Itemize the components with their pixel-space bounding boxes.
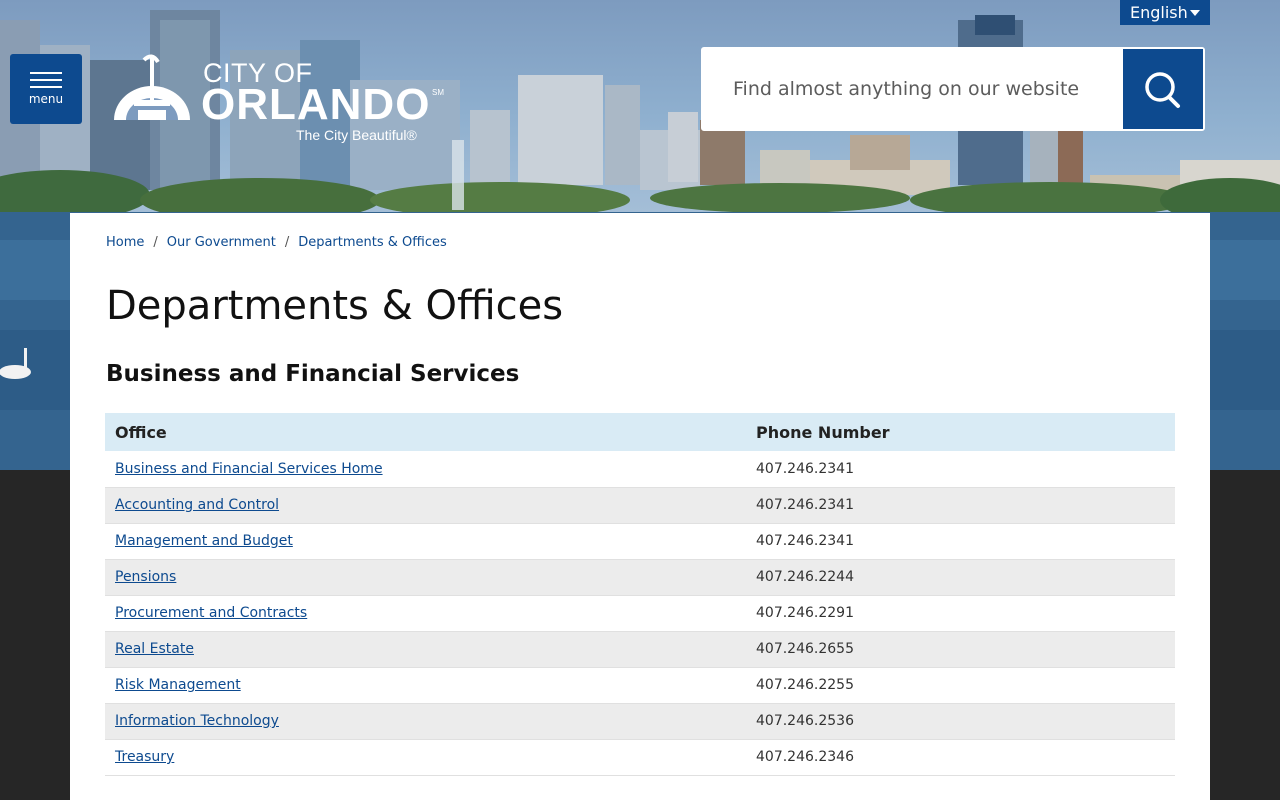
page-title: Departments & Offices bbox=[106, 283, 564, 329]
fountain-logo-icon bbox=[114, 54, 190, 120]
language-label: English bbox=[1130, 3, 1188, 22]
phone-cell: 407.246.2655 bbox=[746, 631, 1175, 668]
table-row: Treasury 407.246.2346 bbox=[105, 739, 1175, 776]
table-header-row: Office Phone Number bbox=[105, 413, 1175, 451]
section-title: Business and Financial Services bbox=[106, 361, 520, 387]
phone-cell: 407.246.2346 bbox=[746, 739, 1175, 776]
office-link[interactable]: Treasury bbox=[115, 749, 174, 765]
office-link[interactable]: Management and Budget bbox=[115, 533, 293, 549]
table-row: Accounting and Control 407.246.2341 bbox=[105, 487, 1175, 524]
office-cell: Real Estate bbox=[105, 631, 746, 668]
breadcrumb-separator: / bbox=[153, 235, 158, 250]
departments-table: Office Phone Number Business and Financi… bbox=[105, 413, 1175, 776]
language-selector[interactable]: English bbox=[1120, 0, 1210, 25]
logo-service-mark: SM bbox=[432, 88, 444, 97]
table-row: Business and Financial Services Home 407… bbox=[105, 451, 1175, 488]
office-cell: Procurement and Contracts bbox=[105, 595, 746, 632]
office-link[interactable]: Procurement and Contracts bbox=[115, 605, 307, 621]
breadcrumb-home[interactable]: Home bbox=[106, 235, 144, 250]
office-cell: Accounting and Control bbox=[105, 487, 746, 524]
menu-button[interactable]: menu bbox=[10, 54, 82, 124]
breadcrumb: Home / Our Government / Departments & Office… bbox=[106, 235, 447, 250]
office-cell: Treasury bbox=[105, 739, 746, 776]
office-cell: Information Technology bbox=[105, 703, 746, 740]
table-row: Real Estate 407.246.2655 bbox=[105, 631, 1175, 668]
phone-cell: 407.246.2255 bbox=[746, 667, 1175, 704]
menu-label: menu bbox=[28, 92, 64, 106]
phone-cell: 407.246.2341 bbox=[746, 487, 1175, 524]
office-cell: Risk Management bbox=[105, 667, 746, 704]
phone-cell: 407.246.2244 bbox=[746, 559, 1175, 596]
phone-cell: 407.246.2341 bbox=[746, 451, 1175, 488]
office-link[interactable]: Pensions bbox=[115, 569, 176, 585]
office-link[interactable]: Business and Financial Services Home bbox=[115, 461, 383, 477]
search-icon bbox=[1145, 72, 1180, 108]
search-bar bbox=[701, 47, 1205, 131]
table-row: Pensions 407.246.2244 bbox=[105, 559, 1175, 596]
office-cell: Business and Financial Services Home bbox=[105, 451, 746, 488]
office-link[interactable]: Risk Management bbox=[115, 677, 241, 693]
table-row: Management and Budget 407.246.2341 bbox=[105, 523, 1175, 560]
phone-cell: 407.246.2341 bbox=[746, 523, 1175, 560]
breadcrumb-departments-offices[interactable]: Departments & Offices bbox=[298, 235, 447, 250]
hamburger-icon bbox=[30, 72, 62, 93]
table-row: Information Technology 407.246.2536 bbox=[105, 703, 1175, 740]
breadcrumb-our-government[interactable]: Our Government bbox=[167, 235, 276, 250]
table-row: Risk Management 407.246.2255 bbox=[105, 667, 1175, 704]
table-row: Procurement and Contracts 407.246.2291 bbox=[105, 595, 1175, 632]
phone-cell: 407.246.2291 bbox=[746, 595, 1175, 632]
search-button[interactable] bbox=[1123, 49, 1203, 129]
office-link[interactable]: Accounting and Control bbox=[115, 497, 279, 513]
logo-orlando: ORLANDO bbox=[201, 80, 431, 129]
office-link[interactable]: Real Estate bbox=[115, 641, 194, 657]
column-header-phone: Phone Number bbox=[746, 413, 1175, 451]
office-link[interactable]: Information Technology bbox=[115, 713, 279, 729]
caret-down-icon bbox=[1190, 10, 1200, 16]
office-cell: Management and Budget bbox=[105, 523, 746, 560]
content-card: Home / Our Government / Departments & Office… bbox=[70, 213, 1210, 800]
city-logo[interactable]: CITY OF ORLANDO SM The City Beautiful® bbox=[110, 52, 450, 148]
breadcrumb-separator: / bbox=[284, 235, 290, 250]
logo-tagline: The City Beautiful® bbox=[296, 127, 417, 143]
column-header-office: Office bbox=[105, 413, 746, 451]
office-cell: Pensions bbox=[105, 559, 746, 596]
search-input[interactable] bbox=[703, 49, 1123, 129]
phone-cell: 407.246.2536 bbox=[746, 703, 1175, 740]
